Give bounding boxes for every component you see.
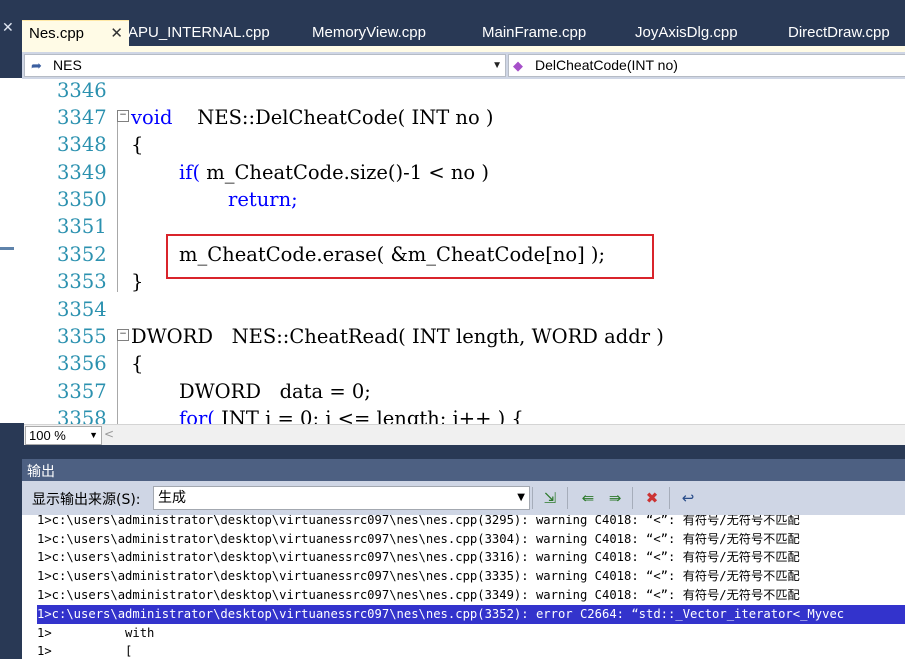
- next-message-icon[interactable]: ⇛: [605, 488, 625, 508]
- output-line: 1>c:\users\administrator\desktop\virtuan…: [37, 550, 800, 564]
- highlight-box: [166, 234, 654, 279]
- code-line: void NES::DelCheatCode( INT no ): [131, 106, 494, 129]
- code-text: DWORD data = 0;: [179, 380, 371, 403]
- output-text[interactable]: 1>c:\users\administrator\desktop\virtuan…: [36, 515, 905, 659]
- line-number: 3353: [57, 270, 107, 293]
- code-text: {: [131, 352, 144, 375]
- close-icon[interactable]: ✕: [2, 20, 14, 36]
- tab-mainframe-cpp[interactable]: MainFrame.cpp: [482, 20, 586, 46]
- keyword: if(: [179, 161, 201, 184]
- line-number: 3357: [57, 380, 107, 403]
- output-line: 1> [: [37, 644, 133, 658]
- line-number: 3348: [57, 133, 107, 156]
- output-title: 输出: [27, 464, 55, 480]
- chevron-down-icon: ▼: [89, 430, 98, 440]
- line-number: 3354: [57, 298, 107, 321]
- toolbar-separator: [532, 487, 533, 509]
- output-gutter: [22, 515, 36, 659]
- tab-directdraw-cpp[interactable]: DirectDraw.cpp: [788, 20, 890, 46]
- output-line: 1>c:\users\administrator\desktop\virtuan…: [37, 532, 800, 546]
- output-line: 1>c:\users\administrator\desktop\virtuan…: [37, 588, 800, 602]
- chevron-down-icon: ▼: [492, 60, 502, 71]
- member-value: DelCheatCode(INT no): [535, 57, 678, 73]
- tab-apu-internal-cpp[interactable]: APU_INTERNAL.cpp: [128, 20, 270, 46]
- output-line: 1>c:\users\administrator\desktop\virtuan…: [37, 515, 800, 527]
- collapse-icon[interactable]: −: [117, 329, 129, 341]
- editor-statusbar: 100 % ▼ <: [24, 424, 905, 445]
- scroll-left-icon[interactable]: <: [104, 427, 114, 441]
- tab-nes-cpp[interactable]: Nes.cpp ✕: [22, 20, 129, 47]
- keyword: for(: [179, 407, 215, 424]
- line-number: 3356: [57, 352, 107, 375]
- output-line-selected[interactable]: 1>c:\users\administrator\desktop\virtuan…: [37, 605, 905, 624]
- output-line: 1>c:\users\administrator\desktop\virtuan…: [37, 569, 800, 583]
- source-label: 显示输出来源(S):: [32, 492, 141, 508]
- line-number: 3352: [57, 243, 107, 266]
- code-text: INT i = 0; i <= length; i++ ) {: [221, 407, 524, 424]
- source-value: 生成: [158, 490, 186, 506]
- method-icon: ◆: [513, 58, 523, 73]
- fold-guide: [117, 341, 118, 424]
- code-line: for( INT i = 0; i <= length; i++ ) {: [179, 407, 524, 424]
- find-message-icon[interactable]: ⇲: [540, 488, 560, 508]
- clear-all-icon[interactable]: ✖: [642, 488, 662, 508]
- zoom-dropdown[interactable]: 100 % ▼: [25, 426, 102, 445]
- fold-guide: [117, 122, 118, 292]
- keyword: void: [131, 106, 173, 129]
- collapse-icon[interactable]: −: [117, 110, 129, 122]
- scope-value: NES: [53, 57, 82, 73]
- scope-dropdown[interactable]: ➦ NES ▼: [24, 54, 506, 77]
- line-number: 3347: [57, 106, 107, 129]
- tab-memoryview-cpp[interactable]: MemoryView.cpp: [312, 20, 426, 46]
- line-number: 3351: [57, 215, 107, 238]
- previous-message-icon[interactable]: ⇚: [578, 488, 598, 508]
- tab-label: Nes.cpp: [29, 25, 85, 42]
- line-number: 3346: [57, 79, 107, 102]
- line-number: 3350: [57, 188, 107, 211]
- member-dropdown[interactable]: ◆ DelCheatCode(INT no): [508, 54, 905, 77]
- line-number: 3358: [57, 407, 107, 424]
- code-text: }: [131, 270, 144, 293]
- toolbar-separator: [669, 487, 670, 509]
- output-toolbar: 显示输出来源(S): 生成 ▼ ⇲ ⇚ ⇛ ✖ ↩: [22, 481, 905, 515]
- panel-splitter[interactable]: [22, 445, 905, 459]
- output-line: 1> with: [37, 626, 155, 640]
- chevron-down-icon: ▼: [517, 492, 525, 503]
- code-text: m_CheatCode.size()-1 < no ): [206, 161, 489, 184]
- word-wrap-icon[interactable]: ↩: [678, 488, 698, 508]
- toolbar-separator: [632, 487, 633, 509]
- code-text: {: [131, 133, 144, 156]
- line-number: 3355: [57, 325, 107, 348]
- close-icon[interactable]: ✕: [110, 21, 123, 46]
- left-panel-edge: [0, 78, 24, 423]
- document-tab-bar: Nes.cpp ✕ APU_INTERNAL.cpp MemoryView.cp…: [22, 20, 905, 47]
- output-panel-header: 输出: [22, 459, 905, 481]
- class-icon: ➦: [31, 58, 42, 73]
- code-text: DWORD NES::CheatRead( INT length, WORD a…: [131, 325, 664, 348]
- code-line: if( m_CheatCode.size()-1 < no ): [179, 161, 489, 184]
- tab-joyaxisdlg-cpp[interactable]: JoyAxisDlg.cpp: [635, 20, 738, 46]
- source-dropdown[interactable]: 生成 ▼: [153, 486, 530, 510]
- code-text: NES::DelCheatCode( INT no ): [197, 106, 494, 129]
- breakpoint-marker: [0, 247, 14, 250]
- toolbar-separator: [567, 487, 568, 509]
- navigation-bar: ➦ NES ▼ ◆ DelCheatCode(INT no): [22, 52, 905, 79]
- code-editor[interactable]: 3346 3347 − void NES::DelCheatCode( INT …: [24, 79, 905, 424]
- keyword: return;: [228, 188, 298, 211]
- line-number: 3349: [57, 161, 107, 184]
- zoom-value: 100 %: [29, 428, 66, 443]
